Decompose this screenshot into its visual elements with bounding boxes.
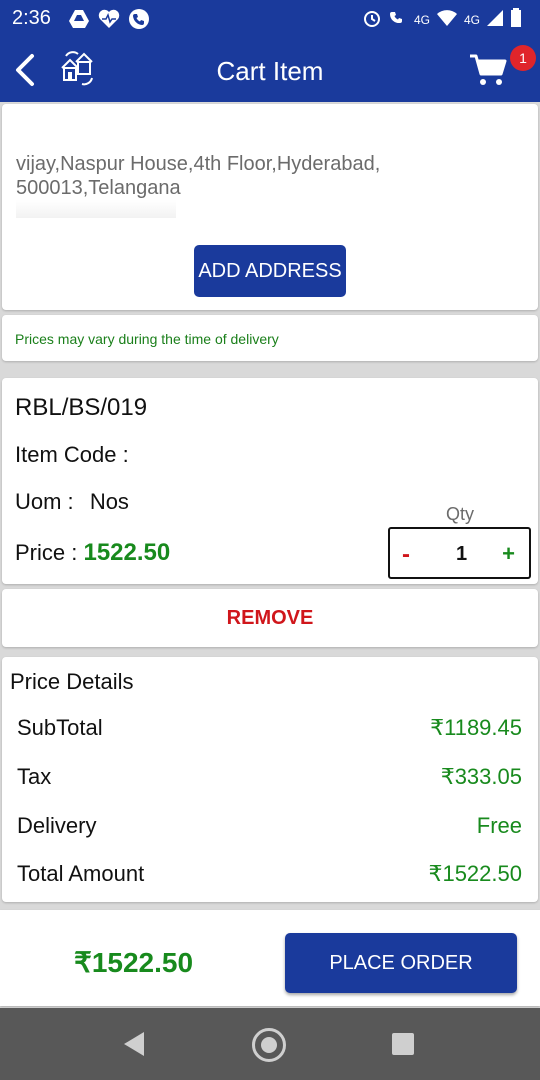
total-amount-label: Total Amount [17,861,145,886]
price-notice-text: Prices may vary during the time of deliv… [15,331,279,347]
total-amount-row: Total Amount ₹1522.50 [17,861,522,887]
price-value: 1522.50 [83,539,171,566]
battery-icon [510,8,522,31]
tax-row: Tax ₹333.05 [17,764,522,790]
cart-count-badge: 1 [510,45,536,71]
quantity-stepper: - 1 + [388,527,531,579]
delivery-label: Delivery [17,813,97,838]
tax-label: Tax [17,764,52,789]
nav-home-icon[interactable] [252,1028,286,1062]
tax-value: ₹333.05 [440,764,522,789]
system-nav-bar [0,1008,540,1080]
delivery-row: Delivery Free [17,813,522,839]
qty-value: 1 [456,543,468,565]
nav-recents-icon[interactable] [392,1033,414,1055]
price-details-title: Price Details [10,669,134,694]
uom-label: Uom : [15,489,74,514]
signal-icon [486,9,504,30]
health-icon [98,8,120,30]
qty-decrease-button[interactable]: - [402,541,410,569]
total-amount-value: ₹1522.50 [428,861,522,886]
volte-icon [388,8,408,31]
drive-icon [68,8,90,30]
price-label: Price : [15,540,78,565]
remove-button[interactable]: REMOVE [2,589,538,647]
subtotal-row: SubTotal ₹1189.45 [17,715,522,741]
phone-icon [128,8,150,30]
qty-label: Qty [446,504,475,524]
cart-icon [470,54,507,85]
network-label-1: 4G [413,12,430,27]
item-code-label: Item Code : [15,442,129,467]
add-address-button[interactable]: ADD ADDRESS [194,245,346,297]
place-order-button[interactable]: PLACE ORDER [285,933,517,993]
address-fade [16,200,176,218]
price-details-card: Price Details SubTotal ₹1189.45 Tax ₹333… [2,657,538,902]
cart-item-card: RBL/BS/019 Item Code : Uom : Nos Price :… [2,378,538,584]
item-code-row: Item Code : [15,442,129,468]
subtotal-value: ₹1189.45 [430,715,522,740]
status-bar: 2:36 4G 4G [0,0,540,38]
uom-row: Uom : Nos [15,489,129,515]
alarm-icon [362,8,382,31]
cart-button[interactable] [468,52,508,88]
nav-back-icon[interactable] [122,1030,146,1058]
page-title: Cart Item [216,56,324,86]
delivery-value: Free [476,813,522,838]
checkout-footer: ₹1522.50 PLACE ORDER [0,910,540,1006]
network-label-2: 4G [463,12,480,27]
remove-label: REMOVE [226,607,314,629]
qty-increase-button[interactable]: + [502,541,515,567]
uom-value: Nos [89,489,129,514]
delivery-address: vijay,Naspur House,4th Floor,Hyderabad, … [16,153,381,199]
price-notice-card: Prices may vary during the time of deliv… [2,315,538,361]
price-row: Price : 1522.50 [15,539,170,567]
app-bar: Cart Item 1 [0,38,540,102]
wifi-icon [436,9,458,30]
status-time: 2:36 [12,7,51,29]
address-card: vijay,Naspur House,4th Floor,Hyderabad, … [2,104,538,310]
subtotal-label: SubTotal [17,715,103,740]
footer-total: ₹1522.50 [74,947,194,978]
item-name: RBL/BS/019 [15,394,148,421]
